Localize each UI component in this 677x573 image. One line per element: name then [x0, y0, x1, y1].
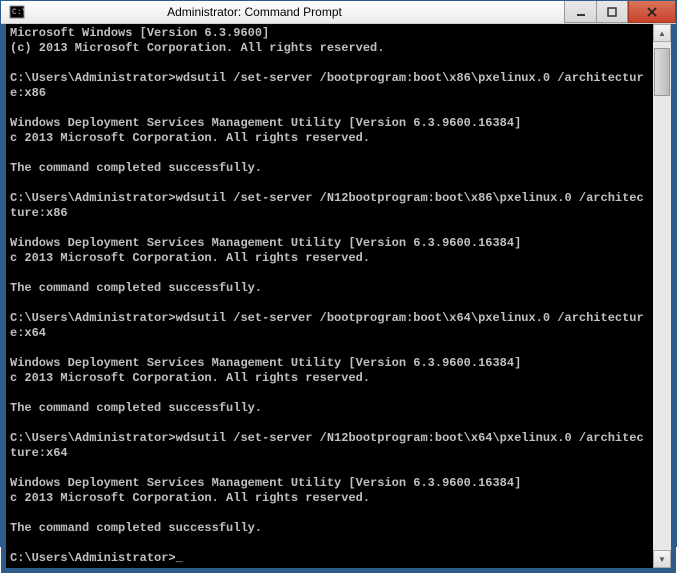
line: Windows Deployment Services Management U… [10, 116, 521, 130]
line: The command completed successfully. [10, 161, 262, 175]
command-prompt-window: C:\ Administrator: Command Prompt Micros… [0, 0, 677, 547]
line: Windows Deployment Services Management U… [10, 356, 521, 370]
line: C:\Users\Administrator>wdsutil /set-serv… [10, 311, 644, 340]
line: (c) 2013 Microsoft Corporation. All righ… [10, 41, 384, 55]
line: The command completed successfully. [10, 281, 262, 295]
line: C:\Users\Administrator>wdsutil /set-serv… [10, 191, 644, 220]
line: c 2013 Microsoft Corporation. All rights… [10, 491, 370, 505]
scroll-thumb[interactable] [654, 48, 670, 96]
line: Microsoft Windows [Version 6.3.9600] [10, 26, 269, 40]
line: Windows Deployment Services Management U… [10, 476, 521, 490]
line: c 2013 Microsoft Corporation. All rights… [10, 251, 370, 265]
line: c 2013 Microsoft Corporation. All rights… [10, 371, 370, 385]
scroll-up-button[interactable]: ▲ [653, 24, 671, 42]
line: The command completed successfully. [10, 521, 262, 535]
line: The command completed successfully. [10, 401, 262, 415]
line: C:\Users\Administrator>_ [10, 551, 183, 565]
line: Windows Deployment Services Management U… [10, 236, 521, 250]
terminal-output[interactable]: Microsoft Windows [Version 6.3.9600] (c)… [6, 24, 653, 568]
scroll-down-button[interactable]: ▼ [653, 550, 671, 568]
maximize-button[interactable] [596, 1, 628, 23]
window-controls [564, 1, 676, 23]
line: c 2013 Microsoft Corporation. All rights… [10, 131, 370, 145]
window-title: Administrator: Command Prompt [0, 5, 564, 19]
terminal-wrap: Microsoft Windows [Version 6.3.9600] (c)… [1, 24, 676, 573]
line: C:\Users\Administrator>wdsutil /set-serv… [10, 71, 644, 100]
close-button[interactable] [628, 1, 676, 23]
vertical-scrollbar[interactable]: ▲ ▼ [653, 24, 671, 568]
line: C:\Users\Administrator>wdsutil /set-serv… [10, 431, 644, 460]
scroll-track[interactable] [653, 42, 671, 550]
titlebar[interactable]: C:\ Administrator: Command Prompt [1, 1, 676, 24]
minimize-button[interactable] [564, 1, 596, 23]
